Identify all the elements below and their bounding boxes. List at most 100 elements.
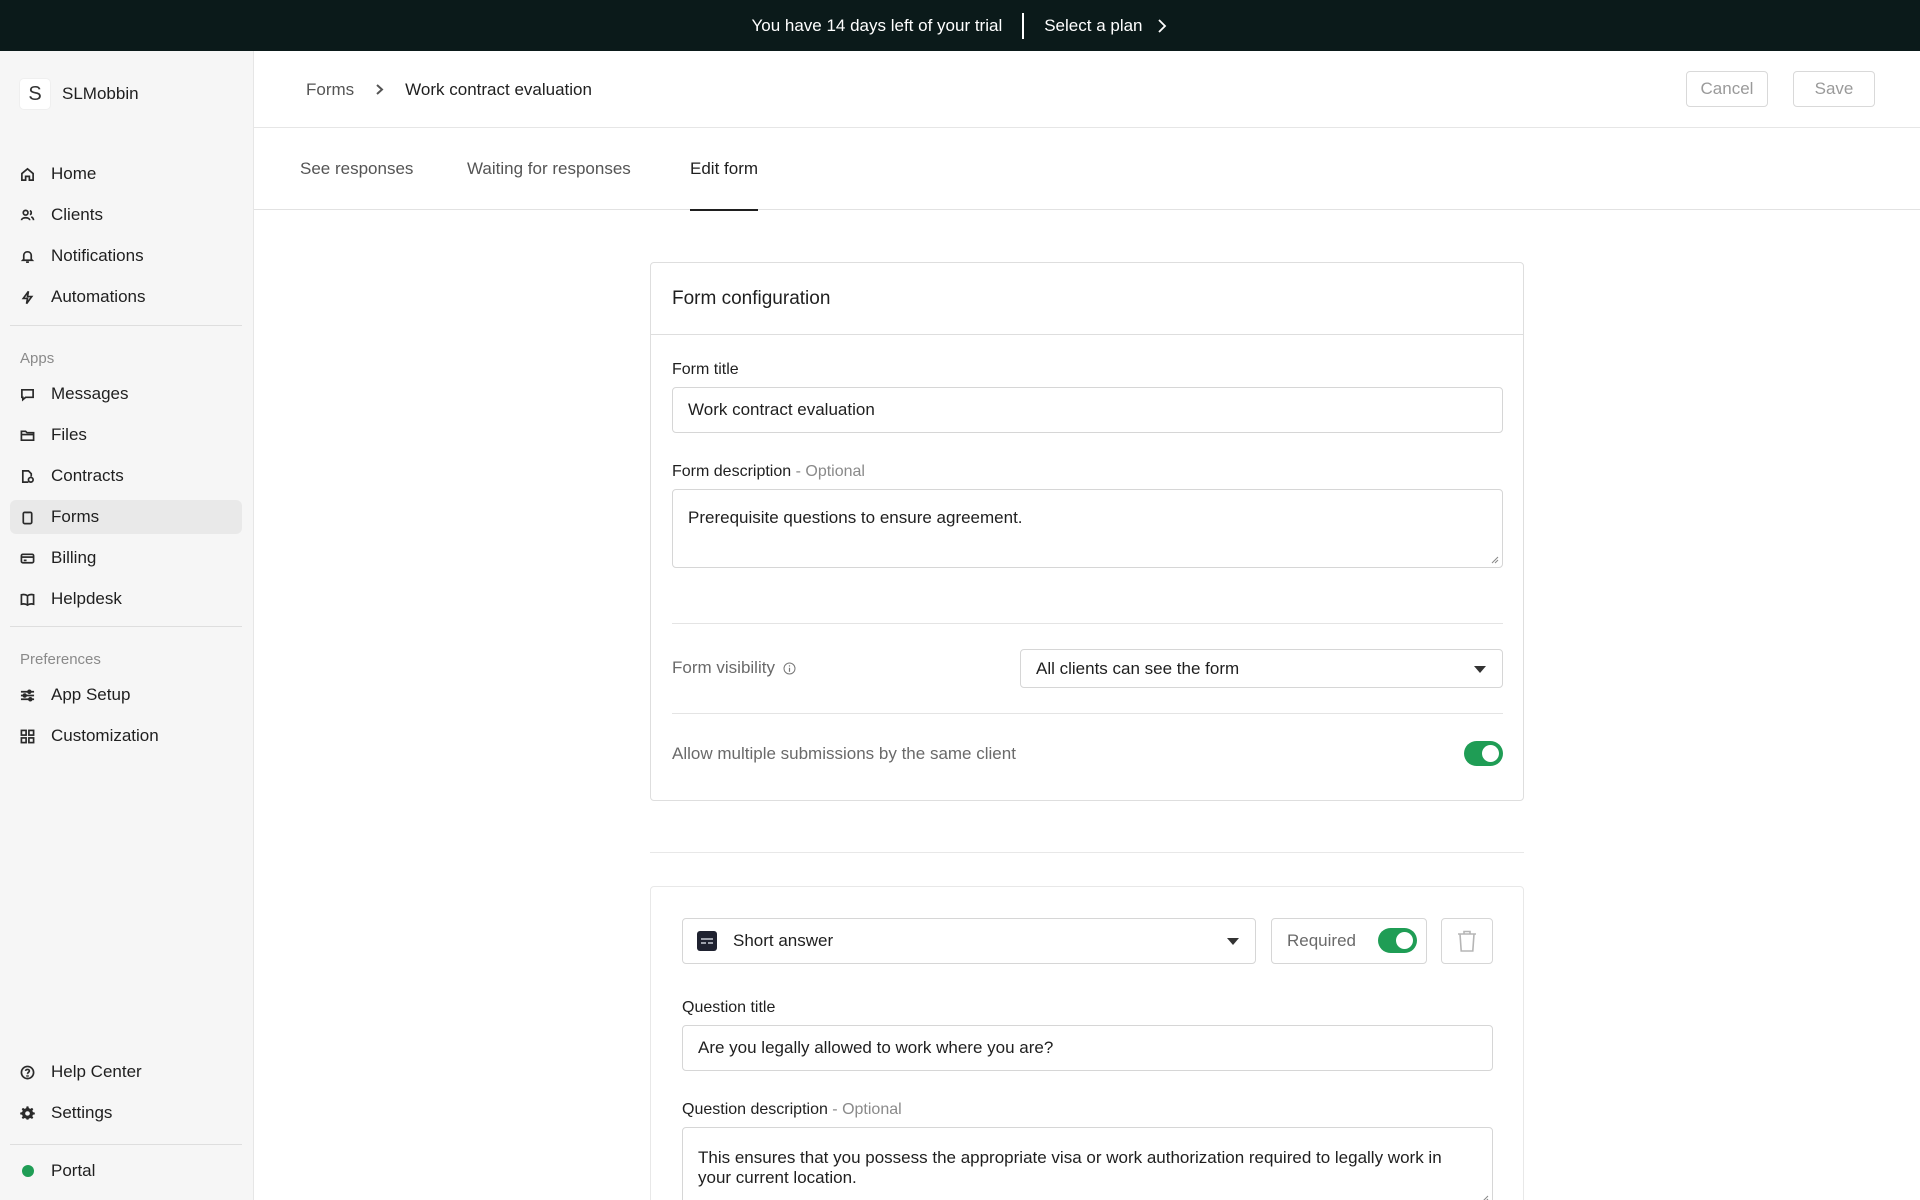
required-toggle[interactable] bbox=[1378, 928, 1417, 953]
sidebar-item-home[interactable]: Home bbox=[10, 157, 242, 191]
sidebar-item-portal[interactable]: Portal bbox=[10, 1154, 242, 1188]
chevron-right-icon bbox=[1157, 18, 1166, 33]
form-description-label: Form description - Optional bbox=[672, 463, 865, 481]
sidebar-item-label: Billing bbox=[51, 548, 97, 567]
workspace-brand[interactable]: S SLMobbin bbox=[20, 79, 139, 109]
sidebar-item-helpdesk[interactable]: Helpdesk bbox=[10, 582, 242, 616]
sidebar-item-label: Clients bbox=[51, 205, 103, 224]
clipboard-icon bbox=[20, 510, 35, 525]
tab-waiting-for-responses[interactable]: Waiting for responses bbox=[467, 128, 631, 210]
sidebar-item-files[interactable]: Files bbox=[10, 418, 242, 452]
users-icon bbox=[20, 208, 35, 223]
trial-text: You have 14 days left of your trial bbox=[751, 15, 1003, 35]
sidebar-item-label: Messages bbox=[51, 384, 129, 403]
section-divider bbox=[672, 623, 1503, 624]
sidebar-item-clients[interactable]: Clients bbox=[10, 198, 242, 232]
question-title-input[interactable]: Are you legally allowed to work where yo… bbox=[682, 1025, 1493, 1071]
select-plan-link[interactable]: Select a plan bbox=[1044, 16, 1168, 36]
trial-banner: You have 14 days left of your trial Sele… bbox=[0, 0, 1920, 51]
save-button[interactable]: Save bbox=[1793, 71, 1875, 107]
question-description-label: Question description - Optional bbox=[682, 1101, 902, 1119]
page-header: Forms Work contract evaluation Cancel Sa… bbox=[254, 51, 1920, 128]
sidebar-item-label: Portal bbox=[51, 1161, 96, 1180]
question-title-label: Question title bbox=[682, 999, 776, 1016]
form-configuration-heading: Form configuration bbox=[651, 263, 1523, 335]
question-description-value: This ensures that you possess the approp… bbox=[698, 1148, 1442, 1187]
sidebar-divider bbox=[10, 1144, 242, 1145]
sidebar-item-notifications[interactable]: Notifications bbox=[10, 239, 242, 273]
sidebar-item-label: Home bbox=[51, 164, 97, 183]
preferences-heading: Preferences bbox=[20, 651, 101, 668]
sidebar-item-label: Automations bbox=[51, 287, 146, 306]
brand-name: SLMobbin bbox=[62, 84, 139, 103]
folder-icon bbox=[20, 428, 35, 443]
toggle-knob bbox=[1482, 745, 1499, 762]
form-title-value: Work contract evaluation bbox=[688, 400, 875, 419]
sidebar-item-contracts[interactable]: Contracts bbox=[10, 459, 242, 493]
caret-down-icon bbox=[1227, 938, 1239, 945]
form-configuration-card: Form configuration Form title Work contr… bbox=[650, 262, 1524, 801]
optional-suffix: - Optional bbox=[791, 463, 865, 480]
sidebar-item-billing[interactable]: Billing bbox=[10, 541, 242, 575]
delete-question-button[interactable] bbox=[1441, 918, 1493, 964]
sidebar-item-label: Notifications bbox=[51, 246, 144, 265]
question-description-label-text: Question description bbox=[682, 1101, 828, 1118]
contract-icon bbox=[20, 469, 35, 484]
home-icon bbox=[20, 167, 35, 182]
sidebar-item-app-setup[interactable]: App Setup bbox=[10, 678, 242, 712]
bell-icon bbox=[20, 249, 35, 264]
info-icon[interactable] bbox=[783, 662, 796, 675]
breadcrumb: Forms Work contract evaluation bbox=[306, 51, 592, 128]
multiple-submissions-label: Allow multiple submissions by the same c… bbox=[672, 744, 1016, 763]
gear-icon bbox=[20, 1105, 35, 1121]
grid-icon bbox=[20, 729, 35, 744]
section-divider bbox=[672, 713, 1503, 714]
credit-card-icon bbox=[20, 551, 35, 566]
question-title-value: Are you legally allowed to work where yo… bbox=[698, 1038, 1054, 1057]
bolt-icon bbox=[20, 290, 35, 305]
toggle-knob bbox=[1396, 932, 1413, 949]
resize-handle-icon[interactable] bbox=[1480, 1194, 1489, 1200]
tab-edit-form[interactable]: Edit form bbox=[690, 128, 759, 211]
sidebar-item-customization[interactable]: Customization bbox=[10, 719, 242, 753]
sidebar-item-forms[interactable]: Forms bbox=[10, 500, 242, 534]
tab-bar: See responses Waiting for responses Edit… bbox=[254, 128, 1920, 211]
form-title-input[interactable]: Work contract evaluation bbox=[672, 387, 1503, 433]
sidebar-item-label: Contracts bbox=[51, 466, 124, 485]
banner-divider bbox=[1022, 12, 1025, 39]
sidebar-item-automations[interactable]: Automations bbox=[10, 280, 242, 314]
question-type-value: Short answer bbox=[733, 931, 834, 950]
sidebar-divider bbox=[10, 325, 242, 326]
form-title-label: Form title bbox=[672, 361, 739, 378]
section-divider bbox=[650, 852, 1524, 853]
select-plan-label: Select a plan bbox=[1044, 15, 1143, 35]
sidebar-item-messages[interactable]: Messages bbox=[10, 377, 242, 411]
form-description-value: Prerequisite questions to ensure agreeme… bbox=[688, 508, 1023, 527]
multiple-submissions-toggle[interactable] bbox=[1464, 741, 1503, 766]
form-visibility-select[interactable]: All clients can see the form bbox=[1020, 649, 1503, 688]
book-icon bbox=[20, 592, 35, 607]
question-type-select[interactable]: Short answer bbox=[682, 918, 1256, 964]
breadcrumb-forms-link[interactable]: Forms bbox=[306, 80, 354, 100]
form-description-label-text: Form description bbox=[672, 463, 792, 480]
sidebar-item-label: Help Center bbox=[51, 1062, 142, 1081]
question-card: Short answer Required Question title Are… bbox=[650, 886, 1524, 1200]
tab-see-responses[interactable]: See responses bbox=[300, 128, 413, 210]
sidebar-item-label: Forms bbox=[51, 507, 100, 526]
form-visibility-label: Form visibility bbox=[672, 658, 796, 678]
form-description-textarea[interactable]: Prerequisite questions to ensure agreeme… bbox=[672, 489, 1503, 568]
question-description-textarea[interactable]: This ensures that you possess the approp… bbox=[682, 1127, 1493, 1200]
sidebar-item-settings[interactable]: Settings bbox=[10, 1096, 242, 1130]
cancel-button[interactable]: Cancel bbox=[1686, 71, 1768, 107]
resize-handle-icon[interactable] bbox=[1490, 555, 1499, 564]
breadcrumb-current: Work contract evaluation bbox=[405, 79, 592, 99]
chevron-right-icon bbox=[374, 80, 385, 100]
sidebar: S SLMobbin Home Clients Notifications Au… bbox=[0, 51, 254, 1200]
sliders-icon bbox=[20, 688, 35, 703]
sidebar-divider bbox=[10, 626, 242, 627]
sidebar-item-label: Customization bbox=[51, 726, 159, 745]
form-visibility-label-text: Form visibility bbox=[672, 658, 775, 677]
sidebar-item-label: App Setup bbox=[51, 685, 131, 704]
sidebar-item-label: Helpdesk bbox=[51, 589, 122, 608]
sidebar-item-help-center[interactable]: Help Center bbox=[10, 1055, 242, 1089]
